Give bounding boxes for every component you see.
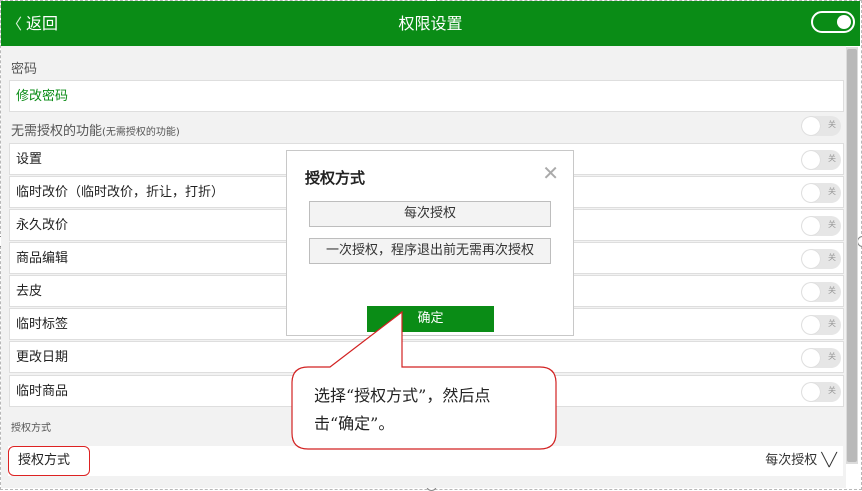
callout-line-1: 选择“授权方式”，然后点 bbox=[314, 386, 491, 405]
callout-text: 选择“授权方式”，然后点 击“确定”。 bbox=[314, 382, 544, 438]
callout-line-2: 击“确定”。 bbox=[314, 414, 395, 433]
